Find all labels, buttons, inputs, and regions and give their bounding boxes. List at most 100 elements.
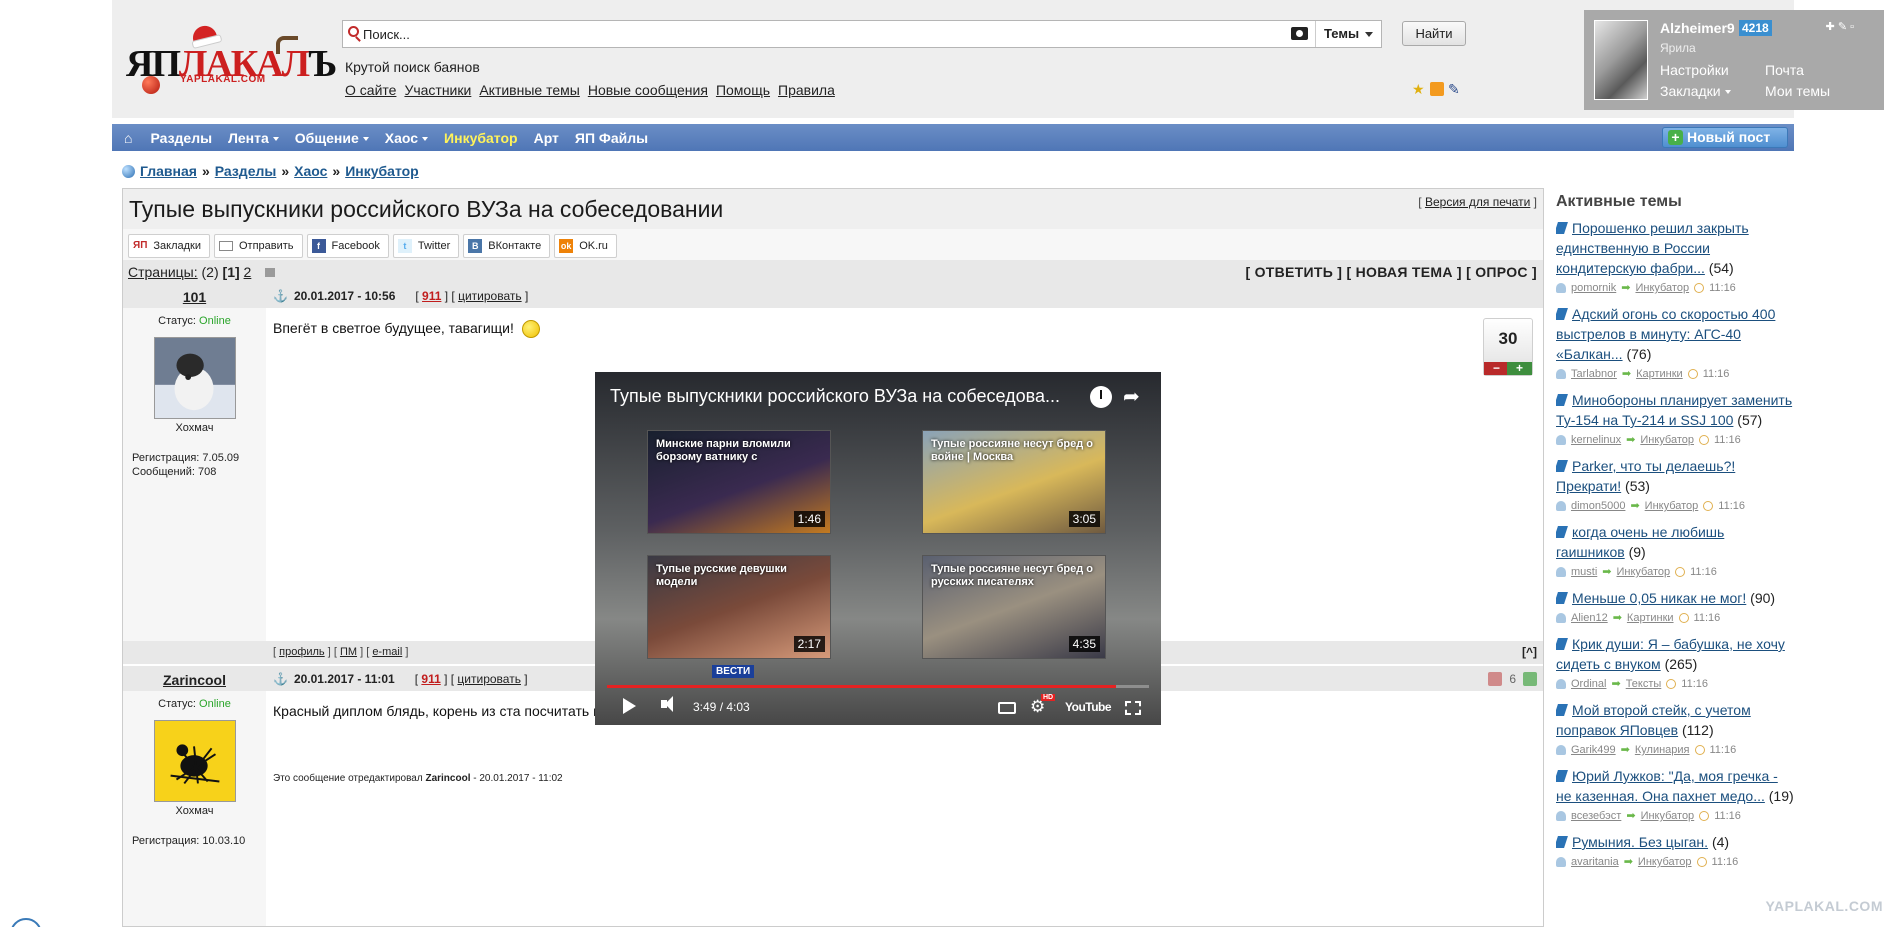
active-topic-section[interactable]: Инкубатор: [1617, 564, 1671, 580]
active-topic-section[interactable]: Картинки: [1636, 366, 1683, 382]
thumbs-up-icon[interactable]: [1523, 672, 1537, 686]
top-link-members[interactable]: Участники: [404, 82, 471, 98]
email-link[interactable]: e-mail: [372, 646, 402, 658]
anchor-icon[interactable]: ⚓: [273, 672, 288, 686]
breadcrumb-sections[interactable]: Разделы: [215, 163, 277, 179]
active-topic-section[interactable]: Инкубатор: [1641, 808, 1695, 824]
active-topic-author[interactable]: dimon5000: [1571, 498, 1625, 514]
active-topic-author[interactable]: pomornik: [1571, 280, 1616, 296]
nav-item[interactable]: Общение: [295, 130, 369, 146]
vote-up-button[interactable]: +: [1507, 362, 1532, 375]
active-topic-author[interactable]: Tarlabnor: [1571, 366, 1617, 382]
site-logo[interactable]: ЯПЛАКАЛЪ YAPLAKAL.COM: [126, 14, 337, 94]
top-link-about[interactable]: О сайте: [345, 82, 396, 98]
active-topic-section[interactable]: Тексты: [1626, 676, 1662, 692]
search-scope-select[interactable]: Темы: [1315, 21, 1381, 47]
share-ok-button[interactable]: ok OK.ru: [554, 234, 617, 258]
quote-link[interactable]: цитировать: [457, 672, 521, 686]
subtitles-icon[interactable]: [998, 702, 1016, 714]
report-911[interactable]: [ 911 ] [ цитировать ]: [415, 672, 528, 686]
active-topic-author[interactable]: Garik499: [1571, 742, 1616, 758]
share-arrow-icon[interactable]: ➦: [1123, 384, 1140, 409]
thumbs-down-icon[interactable]: [1488, 672, 1503, 686]
user-avatar[interactable]: [1594, 20, 1648, 100]
watch-later-icon[interactable]: [1090, 386, 1112, 408]
my-topics-link[interactable]: Мои темы: [1765, 83, 1870, 99]
pages-label[interactable]: Страницы:: [128, 264, 198, 280]
top-link-active-topics[interactable]: Активные темы: [479, 82, 580, 98]
active-topic-section[interactable]: Инкубатор: [1635, 280, 1689, 296]
active-topic-author[interactable]: всезебэст: [1571, 808, 1621, 824]
print-version-link[interactable]: [ Версия для печати ]: [1418, 195, 1537, 209]
rss-icon[interactable]: [1430, 82, 1444, 96]
author-avatar[interactable]: [153, 720, 236, 802]
video-title[interactable]: Тупые выпускники российского ВУЗа на соб…: [610, 386, 1060, 407]
share-bookmarks-button[interactable]: ЯП Закладки: [128, 234, 210, 258]
active-topic-section[interactable]: Инкубатор: [1640, 432, 1694, 448]
share-facebook-button[interactable]: f Facebook: [306, 234, 389, 258]
username-link[interactable]: Alzheimer9: [1660, 20, 1735, 36]
share-vk-button[interactable]: В ВКонтакте: [463, 234, 551, 258]
page-link-2[interactable]: 2: [244, 264, 252, 280]
play-icon[interactable]: [623, 698, 636, 714]
breadcrumb-home[interactable]: Главная: [140, 163, 197, 179]
share-send-button[interactable]: Отправить: [213, 234, 303, 258]
author-avatar[interactable]: [153, 337, 236, 419]
breadcrumb-chaos[interactable]: Хаос: [294, 163, 327, 179]
related-video-tile[interactable]: Тупые россияне несут бред о русских писа…: [922, 555, 1106, 659]
scroll-top-link[interactable]: [^]: [1522, 645, 1537, 659]
camera-icon[interactable]: [1291, 27, 1308, 40]
active-topic-author[interactable]: kernelinux: [1571, 432, 1621, 448]
active-topic-author[interactable]: Alien12: [1571, 610, 1608, 626]
active-topic-author[interactable]: musti: [1571, 564, 1597, 580]
active-topic-section[interactable]: Кулинария: [1635, 742, 1690, 758]
video-progress-bar[interactable]: [607, 685, 1149, 688]
nav-item[interactable]: Арт: [534, 130, 559, 146]
post-author-link[interactable]: Zarincool: [123, 672, 266, 688]
active-topic-link[interactable]: Мой второй стейк, с учетом поправок ЯПов…: [1556, 702, 1751, 738]
corner-widget-icon[interactable]: [10, 918, 42, 927]
panel-settings-icons[interactable]: ✚ ✎ ▫: [1826, 20, 1854, 33]
related-video-tile[interactable]: Тупые россияне несут бред о войне | Моск…: [922, 430, 1106, 534]
active-topic-link[interactable]: Меньше 0,05 никак не мог!: [1572, 590, 1746, 606]
search-input[interactable]: [363, 24, 1263, 44]
profile-link[interactable]: профиль: [279, 646, 325, 658]
related-video-tile[interactable]: Минские парни вломили борзому ватнику с …: [647, 430, 831, 534]
nav-item[interactable]: Хаос: [385, 130, 429, 146]
vote-down-button[interactable]: −: [1484, 362, 1509, 375]
youtube-embed[interactable]: Тупые выпускники российского ВУЗа на соб…: [595, 372, 1161, 725]
pm-link[interactable]: ПМ: [340, 646, 357, 658]
nav-item[interactable]: Инкубатор: [444, 130, 518, 146]
top-link-new-posts[interactable]: Новые сообщения: [588, 82, 708, 98]
active-topic-link[interactable]: Юрий Лужков: "Да, моя гречка - не казенн…: [1556, 768, 1778, 804]
home-icon[interactable]: ⌂: [124, 130, 132, 146]
nav-item[interactable]: Лента: [228, 130, 279, 146]
active-topic-section[interactable]: Инкубатор: [1645, 498, 1699, 514]
post-author-link[interactable]: 101: [123, 289, 266, 305]
related-video-tile[interactable]: Тупые русские девушки модели 2:17: [647, 555, 831, 659]
quote-link[interactable]: цитировать: [458, 289, 522, 303]
top-link-help[interactable]: Помощь: [716, 82, 770, 98]
topic-actions[interactable]: [ ОТВЕТИТЬ ] [ НОВАЯ ТЕМА ] [ ОПРОС ]: [1245, 264, 1537, 280]
report-911[interactable]: [ 911 ] [ цитировать ]: [415, 289, 528, 303]
active-topic-link[interactable]: Адский огонь со скоростью 400 выстрелов …: [1556, 306, 1775, 362]
active-topic-author[interactable]: avaritania: [1571, 854, 1619, 870]
breadcrumb-incubator[interactable]: Инкубатор: [345, 163, 419, 179]
mail-link[interactable]: Почта: [1765, 62, 1870, 78]
nav-item[interactable]: Разделы: [150, 130, 212, 146]
active-topic-link[interactable]: Румыния. Без цыган.: [1572, 834, 1708, 850]
nav-item[interactable]: ЯП Файлы: [575, 130, 648, 146]
bookmarks-link[interactable]: Закладки: [1660, 83, 1765, 99]
star-icon[interactable]: ★: [1412, 82, 1426, 96]
share-twitter-button[interactable]: t Twitter: [392, 234, 460, 258]
fullscreen-icon[interactable]: [1125, 701, 1141, 715]
active-topic-section[interactable]: Инкубатор: [1638, 854, 1692, 870]
active-topic-author[interactable]: Ordinal: [1571, 676, 1606, 692]
search-button[interactable]: Найти: [1402, 21, 1466, 46]
active-topic-section[interactable]: Картинки: [1627, 610, 1674, 626]
settings-link[interactable]: Настройки: [1660, 62, 1765, 78]
volume-icon[interactable]: [661, 696, 673, 712]
anchor-icon[interactable]: ⚓: [273, 289, 288, 303]
pencil-icon[interactable]: ✎: [1448, 82, 1462, 96]
youtube-logo[interactable]: YouTube: [1065, 700, 1112, 714]
